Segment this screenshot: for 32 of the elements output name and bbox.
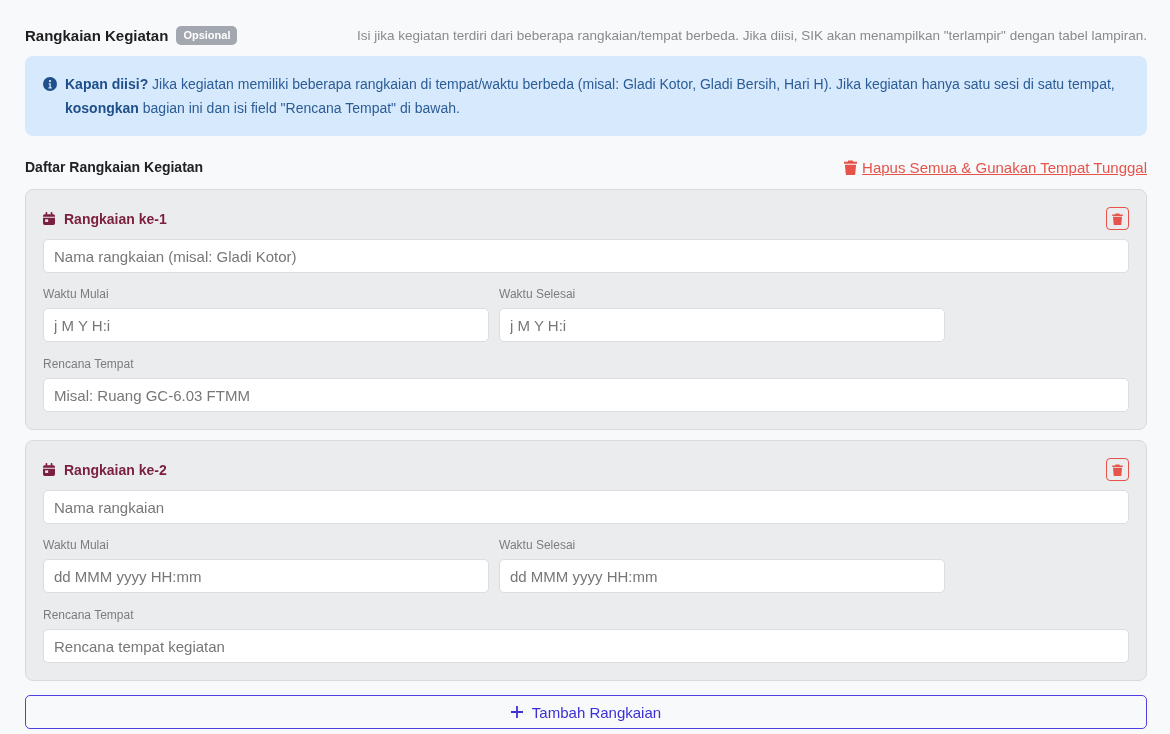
delete-button[interactable] xyxy=(1106,207,1129,230)
datetime-field[interactable]: dd MMM yyyy HH:mm xyxy=(499,559,945,593)
place-field[interactable]: Misal: Ruang GC-6.03 FTMM xyxy=(43,378,1129,412)
datetime-field[interactable]: dd MMM yyyy HH:mm xyxy=(43,559,489,593)
delete-button[interactable] xyxy=(1106,458,1129,481)
section-title: Rangkaian Kegiatan xyxy=(25,26,169,44)
trash-icon xyxy=(844,159,858,175)
optional-badge: Opsional xyxy=(176,25,238,45)
name-field[interactable]: Nama rangkaian xyxy=(43,490,1129,524)
list-title: Daftar Rangkaian Kegiatan xyxy=(25,159,204,175)
info-text: Kapan diisi? Jika kegiatan memiliki beberapa rangkaian di tempat/waktu berbeda (misal: Gladi Kotor, Gladi Bersih, Hari H). Jika kegiatan hanya satu sesi di satu tempat, kosongkan bagian ini dan isi field "Rencana Tempat" di bawah. xyxy=(65,75,1116,118)
calendar-icon xyxy=(43,212,55,225)
section-hint: Isi jika kegiatan terdiri dari beberapa rangkaian/tempat berbeda. Jika diisi, SIK akan menampilkan "terlampir" dengan tabel lampiran. xyxy=(357,27,1147,43)
series-title: Rangkaian ke-1 xyxy=(64,210,167,227)
datetime-field[interactable]: j M Y H:i xyxy=(43,308,489,342)
trash-icon xyxy=(1112,212,1123,225)
field-label: Rencana Tempat xyxy=(43,356,134,372)
datetime-field[interactable]: j M Y H:i xyxy=(499,308,945,342)
field-label: Waktu Mulai xyxy=(43,537,109,553)
calendar-icon xyxy=(43,463,55,476)
field-label: Waktu Mulai xyxy=(43,286,109,302)
series-title: Rangkaian ke-2 xyxy=(64,461,167,478)
field-label: Waktu Selesai xyxy=(499,286,576,302)
place-field[interactable]: Rencana tempat kegiatan xyxy=(43,629,1129,663)
info-icon xyxy=(43,77,57,91)
plus-icon xyxy=(510,706,523,718)
field-label: Rencana Tempat xyxy=(43,607,134,623)
trash-icon xyxy=(1112,463,1123,476)
field-label: Waktu Selesai xyxy=(499,537,576,553)
name-field[interactable]: Nama rangkaian (misal: Gladi Kotor) xyxy=(43,239,1129,273)
clear-all-link[interactable]: Hapus Semua & Gunakan Tempat Tunggal xyxy=(844,158,1147,176)
add-series-button[interactable]: Tambah Rangkaian xyxy=(25,695,1147,729)
